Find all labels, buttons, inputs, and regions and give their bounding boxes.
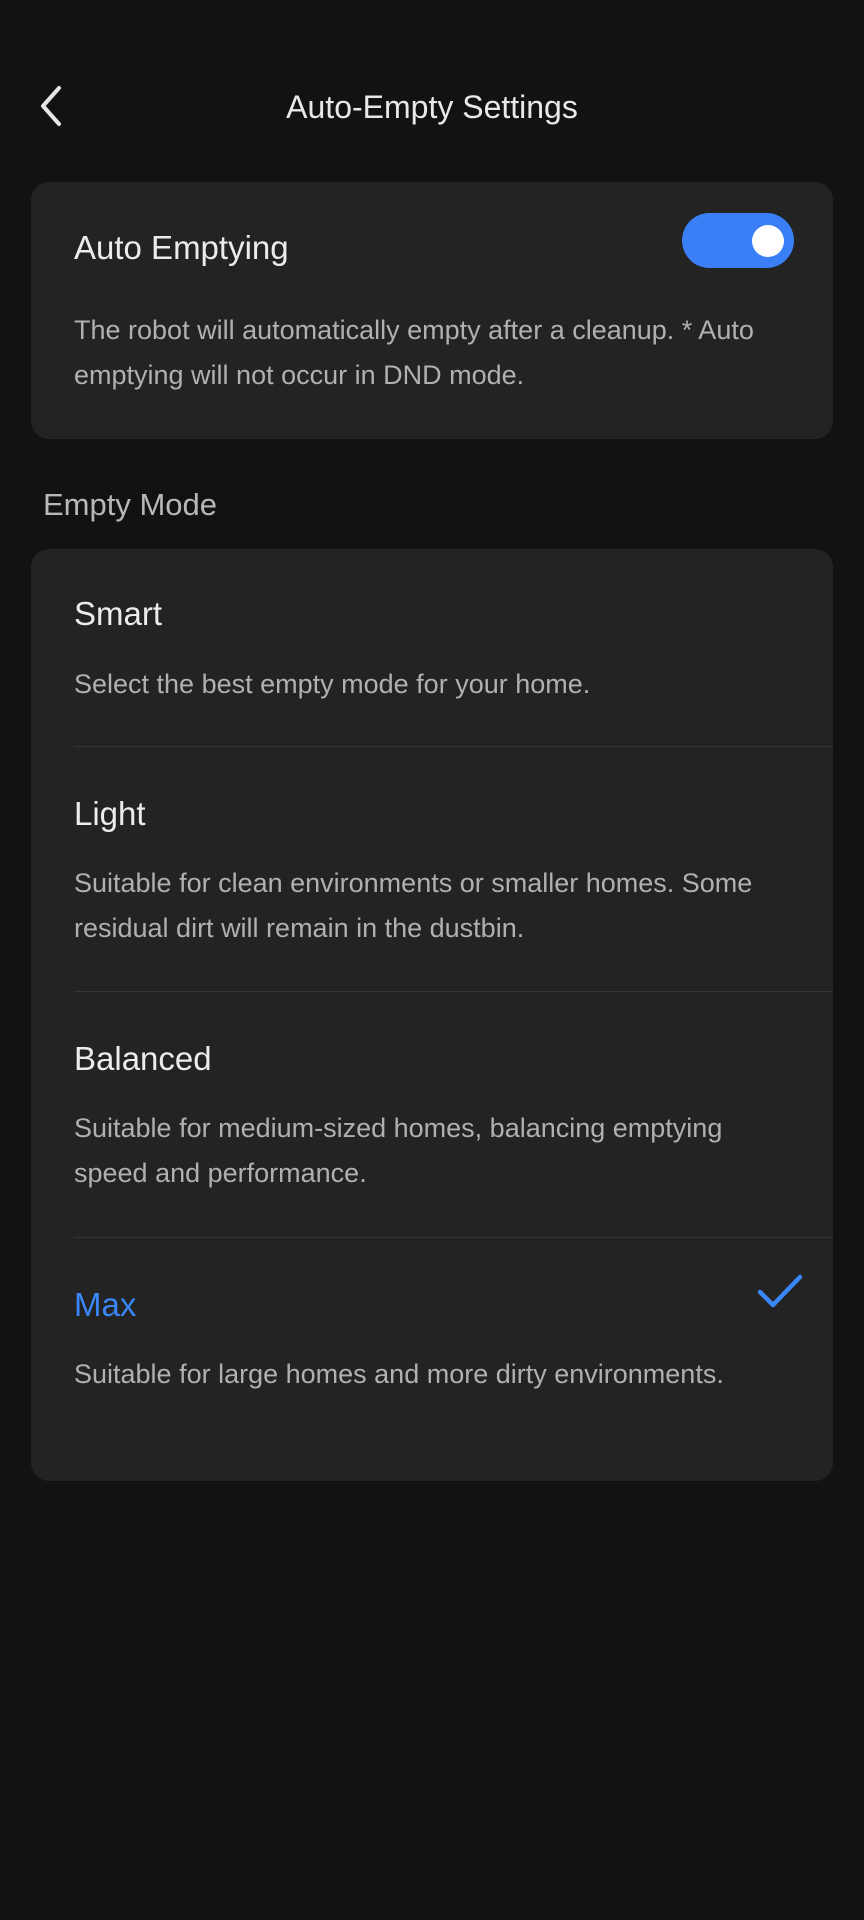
auto-emptying-description: The robot will automatically empty after… — [74, 315, 754, 390]
mode-option-description: Select the best empty mode for your home… — [74, 669, 591, 699]
mode-option-balanced[interactable]: Balanced Suitable for medium-sized homes… — [31, 992, 833, 1237]
mode-option-description: Suitable for large homes and more dirty … — [74, 1359, 724, 1389]
mode-option-smart[interactable]: Smart Select the best empty mode for you… — [31, 549, 833, 745]
empty-mode-section-label: Empty Mode — [43, 487, 218, 522]
mode-option-title: Balanced — [74, 1040, 212, 1077]
page-title: Auto-Empty Settings — [286, 89, 578, 125]
mode-option-description: Suitable for medium-sized homes, balanci… — [74, 1113, 723, 1188]
auto-emptying-title: Auto Emptying — [74, 229, 289, 266]
mode-option-title: Smart — [74, 595, 163, 632]
mode-option-max[interactable]: Max Suitable for large homes and more di… — [31, 1238, 833, 1481]
mode-option-title: Max — [74, 1286, 137, 1323]
mode-option-title: Light — [74, 795, 146, 832]
toggle-knob — [752, 225, 784, 257]
checkmark-icon — [757, 1274, 803, 1308]
auto-emptying-toggle[interactable] — [682, 213, 794, 268]
mode-option-description: Suitable for clean environments or small… — [74, 868, 753, 943]
mode-option-light[interactable]: Light Suitable for clean environments or… — [31, 747, 833, 991]
